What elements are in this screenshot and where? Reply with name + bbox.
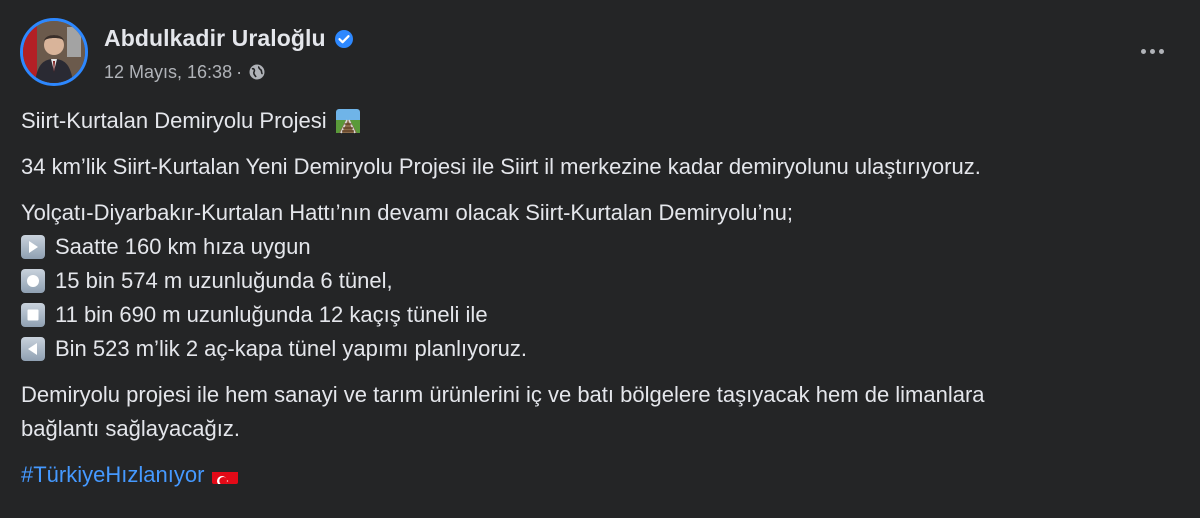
more-dot [1158,48,1164,54]
more-options-icon[interactable] [1132,36,1172,66]
post-paragraph-1: 34 km’lik Siirt-Kurtalan Yeni Demiryolu … [21,154,981,179]
post-paragraph-3-line-2: bağlantı sağlayacağız. [21,416,240,441]
post-intro: Yolçatı-Diyarbakır-Kurtalan Hattı’nın de… [21,200,793,225]
post-timestamp-row: 12 Mayıs, 16:38 · [104,62,354,83]
post-header: Abdulkadir Uraloğlu 12 Mayıs, 16:38 · [20,18,354,86]
facebook-post: Abdulkadir Uraloğlu 12 Mayıs, 16:38 · Si… [0,0,1200,518]
author-avatar[interactable] [20,18,88,86]
list-item-text: 15 bin 574 m uzunluğunda 6 tünel, [55,268,393,293]
hashtag-link[interactable]: #TürkiyeHızlanıyor [21,458,204,492]
globe-icon[interactable] [248,63,266,81]
hashtag-line: #TürkiyeHızlanıyor [21,458,1181,492]
verified-badge-icon [334,29,354,49]
list-item-text: Bin 523 m’lik 2 aç-kapa tünel yapımı pla… [55,336,528,361]
post-timestamp[interactable]: 12 Mayıs, 16:38 [104,62,232,83]
list-item: Saatte 160 km hıza uygun [21,230,1181,264]
post-paragraph-3-line-1: Demiryolu projesi ile hem sanayi ve tarı… [21,382,985,407]
play-button-emoji [21,235,45,259]
post-title: Siirt-Kurtalan Demiryolu Projesi [21,108,327,133]
record-button-emoji [21,269,45,293]
list-item-text: 11 bin 690 m uzunluğunda 12 kaçış tüneli… [55,302,488,327]
list-item: 15 bin 574 m uzunluğunda 6 tünel, [21,264,1181,298]
list-item: Bin 523 m’lik 2 aç-kapa tünel yapımı pla… [21,332,1181,366]
railway-track-emoji [335,108,361,134]
stop-button-emoji [21,303,45,327]
more-dot [1140,48,1146,54]
author-name-row: Abdulkadir Uraloğlu [104,22,354,56]
separator-dot: · [236,61,243,82]
more-dot [1149,48,1155,54]
turkey-flag-emoji [212,466,239,484]
post-meta: Abdulkadir Uraloğlu 12 Mayıs, 16:38 · [104,22,354,83]
post-title-line: Siirt-Kurtalan Demiryolu Projesi [21,104,1181,138]
list-item-text: Saatte 160 km hıza uygun [55,234,311,259]
reverse-button-emoji [21,337,45,361]
author-name[interactable]: Abdulkadir Uraloğlu [104,25,326,52]
list-item: 11 bin 690 m uzunluğunda 12 kaçış tüneli… [21,298,1181,332]
avatar-photo [23,21,85,83]
post-body: Siirt-Kurtalan Demiryolu Projesi 34 km’l… [21,104,1181,492]
